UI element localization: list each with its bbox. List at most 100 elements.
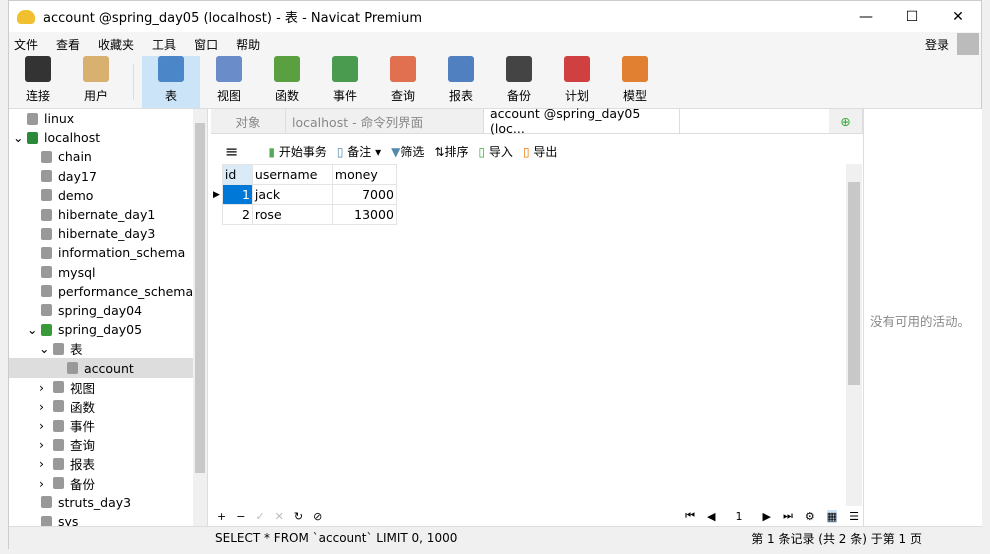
tree-item-label: linux bbox=[44, 111, 75, 127]
expand-arrow-icon[interactable]: ⌄ bbox=[27, 322, 41, 337]
form-view-icon[interactable]: ☰ bbox=[849, 510, 859, 523]
tab[interactable]: 对象 bbox=[211, 109, 286, 133]
last-page-button[interactable]: ⏭ bbox=[783, 509, 793, 523]
connection-tree: linux ⌄ localhost chain day17 demo hibernate_d… bbox=[9, 109, 208, 529]
column-header[interactable]: id bbox=[221, 164, 253, 185]
expand-arrow-icon[interactable]: › bbox=[39, 476, 53, 491]
tree-item[interactable]: account bbox=[9, 358, 207, 378]
stop-button[interactable]: ⊘ bbox=[313, 510, 322, 523]
toolbar-user-button[interactable]: 用户 bbox=[67, 56, 125, 108]
tree-item[interactable]: mysql bbox=[9, 263, 207, 282]
tree-item[interactable]: ⌄ localhost bbox=[9, 128, 207, 147]
folder-icon bbox=[53, 381, 64, 394]
toolbar-connection-button[interactable]: 连接 bbox=[9, 56, 67, 108]
expand-arrow-icon[interactable]: › bbox=[39, 418, 53, 433]
table-cell[interactable]: 1 bbox=[221, 184, 253, 205]
tree-item[interactable]: linux bbox=[9, 109, 207, 128]
avatar[interactable] bbox=[957, 33, 979, 55]
toolbar-schedule-button[interactable]: 计划 bbox=[548, 56, 606, 108]
toolbar-view-button[interactable]: 视图 bbox=[200, 56, 258, 108]
folder-icon bbox=[67, 362, 78, 375]
prev-page-button[interactable]: ◀ bbox=[707, 510, 715, 523]
sort-button[interactable]: ⇅排序 bbox=[434, 143, 468, 160]
menu-item[interactable]: 工具 bbox=[147, 36, 189, 53]
tree-item-label: mysql bbox=[58, 264, 96, 280]
tree-item[interactable]: demo bbox=[9, 186, 207, 205]
delete-record-button[interactable]: − bbox=[236, 510, 245, 523]
database-icon bbox=[41, 304, 52, 317]
table-row[interactable]: ▶ 1 jack 7000 bbox=[211, 184, 397, 205]
folder-icon bbox=[53, 419, 64, 432]
menu-item[interactable]: 收藏夹 bbox=[93, 36, 147, 53]
tree-item[interactable]: hibernate_day3 bbox=[9, 224, 207, 243]
tree-item[interactable]: › 备份 bbox=[9, 474, 207, 493]
menu-button[interactable]: ≡ bbox=[225, 142, 238, 161]
toolbar-function-button[interactable]: 函数 bbox=[258, 56, 316, 108]
tree-item[interactable]: hibernate_day1 bbox=[9, 205, 207, 224]
begin-transaction-button[interactable]: ▮ 开始事务 bbox=[268, 143, 326, 160]
expand-arrow-icon[interactable]: › bbox=[39, 437, 53, 452]
table-row[interactable]: 2 rose 13000 bbox=[211, 204, 397, 225]
tab[interactable]: account @spring_day05 (loc... bbox=[484, 106, 680, 136]
grid-view-icon[interactable]: ▦ bbox=[826, 509, 838, 523]
expand-arrow-icon[interactable]: › bbox=[39, 399, 53, 414]
settings-icon[interactable]: ⚙ bbox=[805, 510, 815, 523]
tree-item[interactable]: › 查询 bbox=[9, 435, 207, 454]
tree-item[interactable]: › 视图 bbox=[9, 378, 207, 397]
add-record-button[interactable]: + bbox=[217, 510, 226, 523]
import-button[interactable]: ▯ 导入 bbox=[478, 143, 512, 160]
tree-item[interactable]: › 事件 bbox=[9, 416, 207, 435]
expand-arrow-icon[interactable]: › bbox=[39, 456, 53, 471]
tab[interactable]: localhost - 命令列界面 bbox=[286, 109, 484, 133]
menu-item[interactable]: 文件 bbox=[9, 36, 51, 53]
toolbar-model-button[interactable]: 模型 bbox=[606, 56, 664, 108]
tree-item[interactable]: ⌄ 表 bbox=[9, 339, 207, 358]
menu-item[interactable]: 窗口 bbox=[189, 36, 231, 53]
table-cell[interactable]: 13000 bbox=[331, 204, 397, 225]
table-cell[interactable]: rose bbox=[251, 204, 333, 225]
grid-scrollbar[interactable] bbox=[846, 164, 862, 506]
column-header[interactable]: money bbox=[331, 164, 397, 185]
filter-button[interactable]: ▼筛选 bbox=[391, 143, 424, 160]
toolbar-table-button[interactable]: 表 bbox=[142, 56, 200, 108]
next-page-button[interactable]: ▶ bbox=[762, 510, 770, 523]
menu-item[interactable]: 查看 bbox=[51, 36, 93, 53]
table-cell[interactable]: 2 bbox=[221, 204, 253, 225]
data-grid: id username money ▶ 1 jack 7000 2 rose 13000 bbox=[211, 164, 846, 506]
database-icon bbox=[27, 112, 38, 125]
first-page-button[interactable]: ⏮ bbox=[685, 509, 695, 523]
page-number-input[interactable]: 1 bbox=[727, 509, 751, 523]
sidebar-scrollbar[interactable] bbox=[193, 109, 207, 529]
tree-item[interactable]: information_schema bbox=[9, 243, 207, 262]
tree-item[interactable]: chain bbox=[9, 147, 207, 166]
note-button[interactable]: ▯ 备注 ▾ bbox=[337, 143, 381, 160]
expand-arrow-icon[interactable]: ⌄ bbox=[13, 130, 27, 145]
tree-item[interactable]: spring_day04 bbox=[9, 301, 207, 320]
new-tab-icon[interactable]: ⊕ bbox=[829, 109, 863, 133]
menu-item[interactable]: 帮助 bbox=[231, 36, 273, 53]
cancel-button[interactable]: ✕ bbox=[275, 510, 284, 523]
column-header[interactable]: username bbox=[251, 164, 333, 185]
refresh-button[interactable]: ↻ bbox=[294, 510, 303, 523]
maximize-button[interactable]: ☐ bbox=[889, 9, 935, 25]
tree-item[interactable]: struts_day3 bbox=[9, 493, 207, 512]
table-cell[interactable]: jack bbox=[251, 184, 333, 205]
toolbar-backup-button[interactable]: 备份 bbox=[490, 56, 548, 108]
tree-item[interactable]: ⌄ spring_day05 bbox=[9, 320, 207, 339]
table-cell[interactable]: 7000 bbox=[331, 184, 397, 205]
login-button[interactable]: 登录 bbox=[920, 36, 957, 53]
close-button[interactable]: ✕ bbox=[935, 9, 981, 25]
query-icon bbox=[390, 56, 416, 82]
minimize-button[interactable]: — bbox=[843, 9, 889, 25]
expand-arrow-icon[interactable]: › bbox=[39, 380, 53, 395]
toolbar-report-button[interactable]: 报表 bbox=[432, 56, 490, 108]
expand-arrow-icon[interactable]: ⌄ bbox=[39, 341, 53, 356]
export-button[interactable]: ▯ 导出 bbox=[523, 143, 557, 160]
tree-item[interactable]: performance_schema bbox=[9, 282, 207, 301]
apply-button[interactable]: ✓ bbox=[255, 510, 264, 523]
tree-item[interactable]: › 函数 bbox=[9, 397, 207, 416]
toolbar-event-button[interactable]: 事件 bbox=[316, 56, 374, 108]
toolbar-query-button[interactable]: 查询 bbox=[374, 56, 432, 108]
tree-item[interactable]: › 报表 bbox=[9, 454, 207, 473]
tree-item[interactable]: day17 bbox=[9, 167, 207, 186]
